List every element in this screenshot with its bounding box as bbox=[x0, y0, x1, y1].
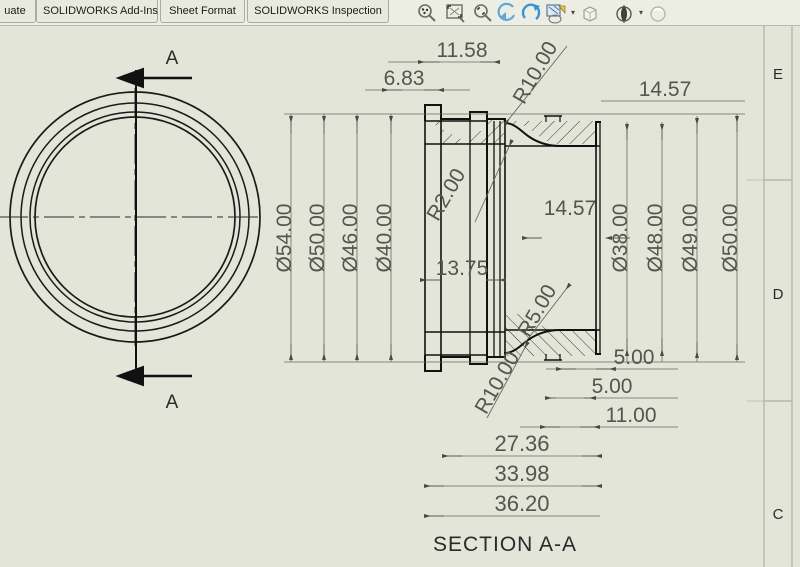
sheet-zone-label-c: C bbox=[766, 506, 790, 523]
dimension-11-58: 11.58 bbox=[437, 39, 488, 62]
dimension-14-57-top: 14.57 bbox=[639, 78, 692, 101]
display-style-icon[interactable] bbox=[612, 2, 634, 24]
zoom-in-out-icon[interactable] bbox=[472, 2, 494, 24]
dimension-36-20: 36.20 bbox=[494, 491, 549, 516]
ribbon-tab-solidworks-inspection[interactable]: SOLIDWORKS Inspection bbox=[247, 0, 389, 23]
ribbon-tab-strip: uate SOLIDWORKS Add-Ins Sheet Format SOL… bbox=[0, 0, 800, 26]
section-mark-label-top: A bbox=[166, 48, 179, 69]
section-mark-label-bottom: A bbox=[166, 392, 179, 413]
ribbon-tab-evaluate[interactable]: uate bbox=[0, 0, 36, 23]
view-orientation-chevron-down-icon[interactable]: ▾ bbox=[569, 9, 577, 17]
dimension-11-00: 11.00 bbox=[606, 404, 657, 427]
rotate-view-icon[interactable] bbox=[520, 2, 542, 24]
dimension-r10-top: R10.00 bbox=[508, 38, 562, 108]
section-view-title: SECTION A-A bbox=[433, 533, 577, 556]
dimension-33-98: 33.98 bbox=[494, 461, 549, 486]
zoom-to-fit-icon[interactable] bbox=[416, 2, 438, 24]
dimension-dia-48: Ø48.00 bbox=[644, 204, 667, 273]
drawing-sheet[interactable]: A A bbox=[0, 26, 800, 567]
ribbon-tab-sheet-format[interactable]: Sheet Format bbox=[160, 0, 245, 23]
dimension-dia-38: Ø38.00 bbox=[609, 204, 632, 273]
dimension-dia-49: Ø49.00 bbox=[679, 204, 702, 273]
dimension-dia-50-right: Ø50.00 bbox=[719, 204, 742, 273]
dimension-dia-54: Ø54.00 bbox=[273, 204, 296, 273]
dimension-r10-bottom: R10.00 bbox=[470, 348, 524, 418]
section-view-geometry[interactable] bbox=[425, 105, 601, 371]
dimension-dia-46: Ø46.00 bbox=[339, 204, 362, 273]
sheet-zone-label-d: D bbox=[766, 286, 790, 303]
dimension-14-57-interior: 14.57 bbox=[544, 197, 597, 220]
zoom-to-area-icon[interactable] bbox=[444, 2, 466, 24]
sheet-zone-label-e: E bbox=[766, 66, 790, 83]
dimension-13-75: 13.75 bbox=[436, 257, 489, 280]
ribbon-tab-solidworks-add-ins[interactable]: SOLIDWORKS Add-Ins bbox=[36, 0, 158, 23]
front-circular-view[interactable] bbox=[0, 88, 260, 346]
dimension-dia-40: Ø40.00 bbox=[373, 204, 396, 273]
dimension-27-36: 27.36 bbox=[494, 431, 549, 456]
dimension-r2: R2.00 bbox=[422, 165, 470, 225]
dimension-5-00-a: 5.00 bbox=[614, 346, 655, 369]
previous-view-icon[interactable] bbox=[497, 2, 519, 24]
hide-show-items-icon[interactable] bbox=[646, 2, 668, 24]
display-style-chevron-down-icon[interactable]: ▾ bbox=[637, 9, 645, 17]
dimension-dia-50-left: Ø50.00 bbox=[306, 204, 329, 273]
section-view-icon[interactable] bbox=[545, 2, 567, 24]
dimension-6-83: 6.83 bbox=[384, 67, 425, 90]
dimension-5-00-b: 5.00 bbox=[592, 375, 633, 398]
view-orientation-icon[interactable] bbox=[578, 2, 600, 24]
drawing-canvas[interactable]: A A bbox=[0, 26, 800, 567]
